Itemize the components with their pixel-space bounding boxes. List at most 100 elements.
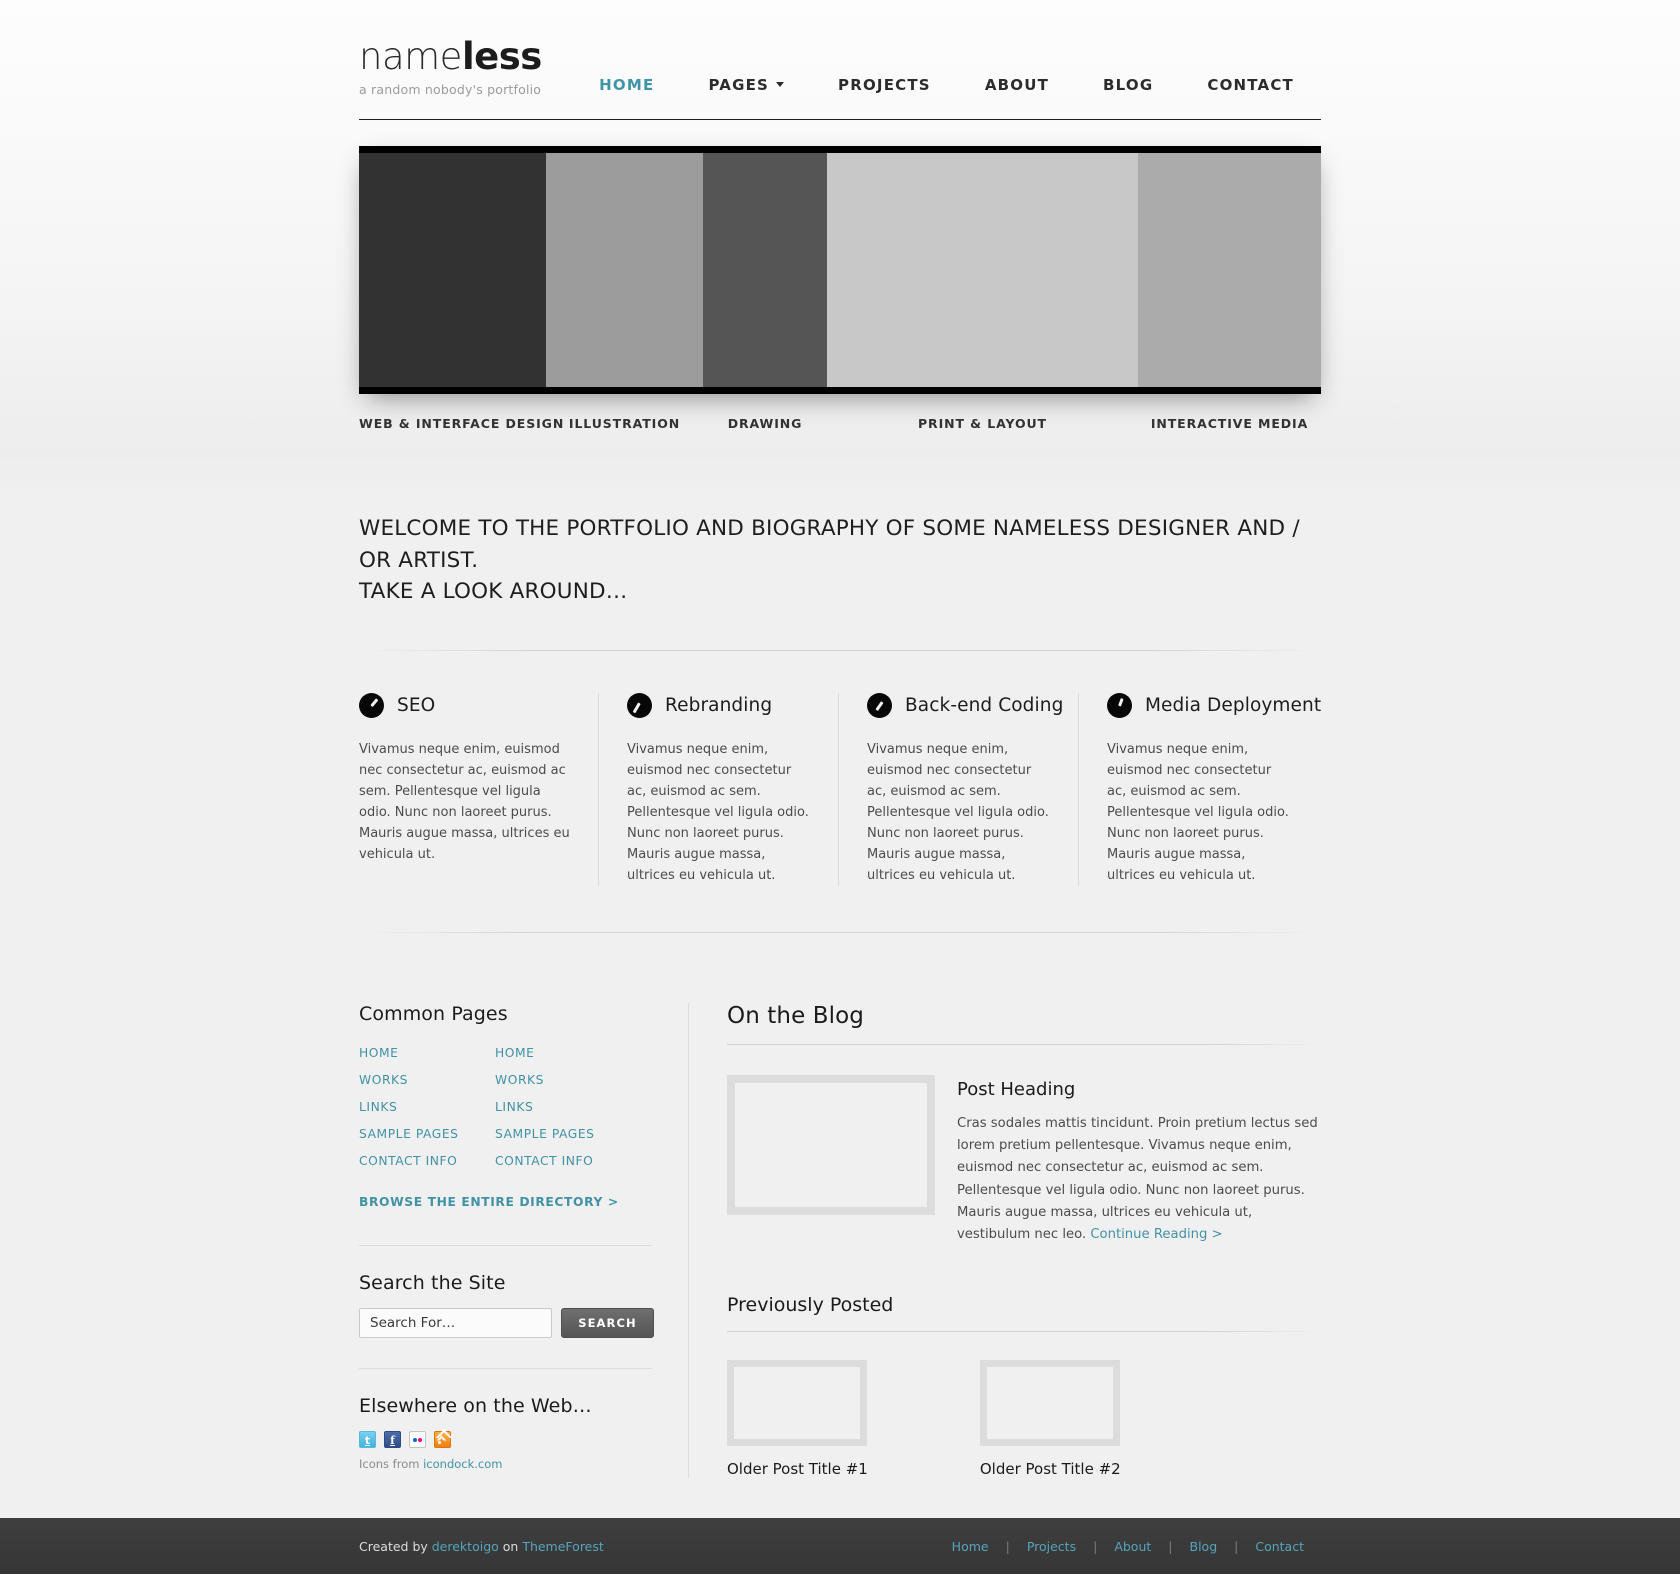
search-button[interactable]: SEARCH	[561, 1308, 654, 1339]
pie-clock-icon	[627, 692, 652, 718]
flickr-icon[interactable]	[409, 1431, 426, 1449]
slider-category-labels: WEB & INTERFACE DESIGN ILLUSTRATION DRAW…	[359, 394, 1321, 455]
link-home[interactable]: HOME	[359, 1039, 495, 1066]
slider-container	[359, 146, 1321, 394]
footer-navigation: Home | Projects | About | Blog | Contact	[935, 1539, 1321, 1554]
blog-section-title: On the Blog	[727, 1003, 864, 1030]
slide-pane-web-interface-design[interactable]	[359, 153, 546, 387]
pie-clock-icon	[867, 692, 892, 718]
service-description: Vivamus neque enim, euismod nec consecte…	[359, 741, 570, 863]
service-title: Back-end Coding	[905, 694, 1064, 716]
link-links[interactable]: LINKS	[495, 1093, 631, 1120]
continue-reading-link[interactable]: Continue Reading >	[1090, 1227, 1222, 1242]
widget-search: Search the Site SEARCH	[359, 1272, 654, 1339]
slide-pane-illustration[interactable]	[546, 153, 703, 387]
older-post-thumbnail[interactable]	[727, 1360, 867, 1447]
common-pages-column-2: HOME WORKS LINKS SAMPLE PAGES CONTACT IN…	[495, 1039, 631, 1174]
service-description: Vivamus neque enim, euismod nec consecte…	[627, 741, 809, 884]
slide-pane-interactive-media[interactable]	[1138, 153, 1321, 387]
service-description: Vivamus neque enim, euismod nec consecte…	[1107, 741, 1289, 884]
welcome-message: WELCOME TO THE PORTFOLIO AND BIOGRAPHY O…	[359, 499, 1321, 608]
site-footer: Created by derektoigo on ThemeForest Hom…	[0, 1518, 1680, 1574]
footer-marketplace-link[interactable]: ThemeForest	[522, 1539, 603, 1554]
sidebar-divider	[359, 1368, 652, 1370]
footer-nav-projects[interactable]: Projects	[1010, 1539, 1093, 1554]
slider-label-web-interface-design[interactable]: WEB & INTERFACE DESIGN	[359, 416, 563, 431]
service-title: SEO	[397, 694, 436, 716]
post-thumbnail[interactable]	[727, 1075, 935, 1216]
services-list: SEO Vivamus neque enim, euismod nec cons…	[359, 651, 1322, 887]
link-works[interactable]: WORKS	[495, 1066, 631, 1093]
blog-column: On the Blog Post Heading Cras sodales ma…	[689, 1003, 1321, 1478]
older-post-title[interactable]: Older Post Title #1	[727, 1460, 868, 1478]
common-pages-column-1: HOME WORKS LINKS SAMPLE PAGES CONTACT IN…	[359, 1039, 495, 1174]
slide-pane-drawing[interactable]	[703, 153, 827, 387]
link-works[interactable]: WORKS	[359, 1066, 495, 1093]
nav-label: CONTACT	[1207, 76, 1294, 94]
widget-elsewhere: Elsewhere on the Web… t f Icons from ico…	[359, 1395, 652, 1471]
social-links: t f	[359, 1429, 652, 1449]
slider-frame[interactable]	[359, 146, 1321, 394]
facebook-icon[interactable]: f	[384, 1431, 401, 1449]
service-description: Vivamus neque enim, euismod nec consecte…	[867, 741, 1049, 884]
nav-label: HOME	[599, 76, 655, 94]
link-links[interactable]: LINKS	[359, 1093, 495, 1120]
footer-nav-home[interactable]: Home	[935, 1539, 1006, 1554]
older-posts-grid: Older Post Title #1 Older Post Title #2	[727, 1332, 1321, 1478]
blog-post-featured: Post Heading Cras sodales mattis tincidu…	[727, 1045, 1321, 1246]
logo-light-part: name	[359, 35, 462, 78]
rss-icon[interactable]	[434, 1429, 453, 1449]
older-post-item: Older Post Title #1	[727, 1360, 868, 1478]
previously-posted-title: Previously Posted	[727, 1294, 894, 1317]
slider-label-drawing[interactable]: DRAWING	[703, 416, 827, 431]
slide-pane-print-layout[interactable]	[827, 153, 1138, 387]
nav-item-blog[interactable]: BLOG	[1076, 76, 1180, 94]
footer-credit-mid: on	[498, 1538, 523, 1554]
link-sample-pages[interactable]: SAMPLE PAGES	[495, 1120, 631, 1147]
browse-directory-link[interactable]: BROWSE THE ENTIRE DIRECTORY >	[359, 1188, 652, 1215]
icon-credit: Icons from icondock.com	[359, 1457, 652, 1471]
service-title: Media Deployment	[1145, 694, 1322, 716]
chevron-down-icon	[776, 82, 785, 87]
service-title: Rebranding	[665, 694, 773, 716]
footer-credit: Created by derektoigo on ThemeForest	[359, 1539, 604, 1554]
link-contact-info[interactable]: CONTACT INFO	[359, 1147, 495, 1174]
slider-label-illustration[interactable]: ILLUSTRATION	[546, 416, 703, 431]
link-contact-info[interactable]: CONTACT INFO	[495, 1147, 631, 1174]
slider-label-print-layout[interactable]: PRINT & LAYOUT	[827, 416, 1138, 431]
slider-section: WEB & INTERFACE DESIGN ILLUSTRATION DRAW…	[0, 120, 1680, 455]
twitter-icon[interactable]: t	[359, 1431, 376, 1449]
nav-item-projects[interactable]: PROJECTS	[811, 76, 958, 94]
service-card-back-end-coding: Back-end Coding Vivamus neque enim, euis…	[839, 692, 1079, 887]
site-logo[interactable]: nameless a random nobody's portfolio	[359, 36, 542, 97]
footer-nav-blog[interactable]: Blog	[1173, 1539, 1235, 1554]
older-post-thumbnail[interactable]	[979, 1360, 1120, 1447]
footer-nav-about[interactable]: About	[1097, 1539, 1168, 1554]
slider-label-interactive-media[interactable]: INTERACTIVE MEDIA	[1138, 416, 1321, 431]
post-excerpt-text: Cras sodales mattis tincidunt. Proin pre…	[957, 1116, 1318, 1242]
nav-item-pages[interactable]: PAGES	[681, 76, 811, 94]
welcome-line-2: TAKE A LOOK AROUND…	[359, 579, 628, 605]
service-card-seo: SEO Vivamus neque enim, euismod nec cons…	[359, 692, 599, 887]
widget-title: Search the Site	[359, 1272, 506, 1295]
widget-title: Common Pages	[359, 1003, 508, 1026]
site-header: nameless a random nobody's portfolio HOM…	[0, 0, 1680, 120]
service-card-rebranding: Rebranding Vivamus neque enim, euismod n…	[599, 692, 839, 887]
footer-credit-prefix: Created by	[359, 1538, 432, 1554]
nav-item-about[interactable]: ABOUT	[958, 76, 1076, 94]
post-excerpt: Cras sodales mattis tincidunt. Proin pre…	[957, 1113, 1321, 1246]
search-input[interactable]	[359, 1308, 552, 1339]
older-post-title[interactable]: Older Post Title #2	[980, 1460, 1121, 1478]
icon-credit-prefix: Icons from	[359, 1457, 424, 1472]
lower-section: Common Pages HOME WORKS LINKS SAMPLE PAG…	[359, 933, 1321, 1479]
link-sample-pages[interactable]: SAMPLE PAGES	[359, 1120, 495, 1147]
nav-item-contact[interactable]: CONTACT	[1180, 76, 1321, 94]
nav-label: PROJECTS	[838, 76, 931, 94]
link-home[interactable]: HOME	[495, 1039, 631, 1066]
older-post-item: Older Post Title #2	[979, 1360, 1121, 1478]
footer-nav-contact[interactable]: Contact	[1238, 1539, 1321, 1554]
footer-author-link[interactable]: derektoigo	[432, 1539, 499, 1554]
nav-item-home[interactable]: HOME	[572, 76, 681, 94]
icondock-link[interactable]: icondock.com	[423, 1457, 502, 1471]
service-card-media-deployment: Media Deployment Vivamus neque enim, eui…	[1079, 692, 1322, 886]
